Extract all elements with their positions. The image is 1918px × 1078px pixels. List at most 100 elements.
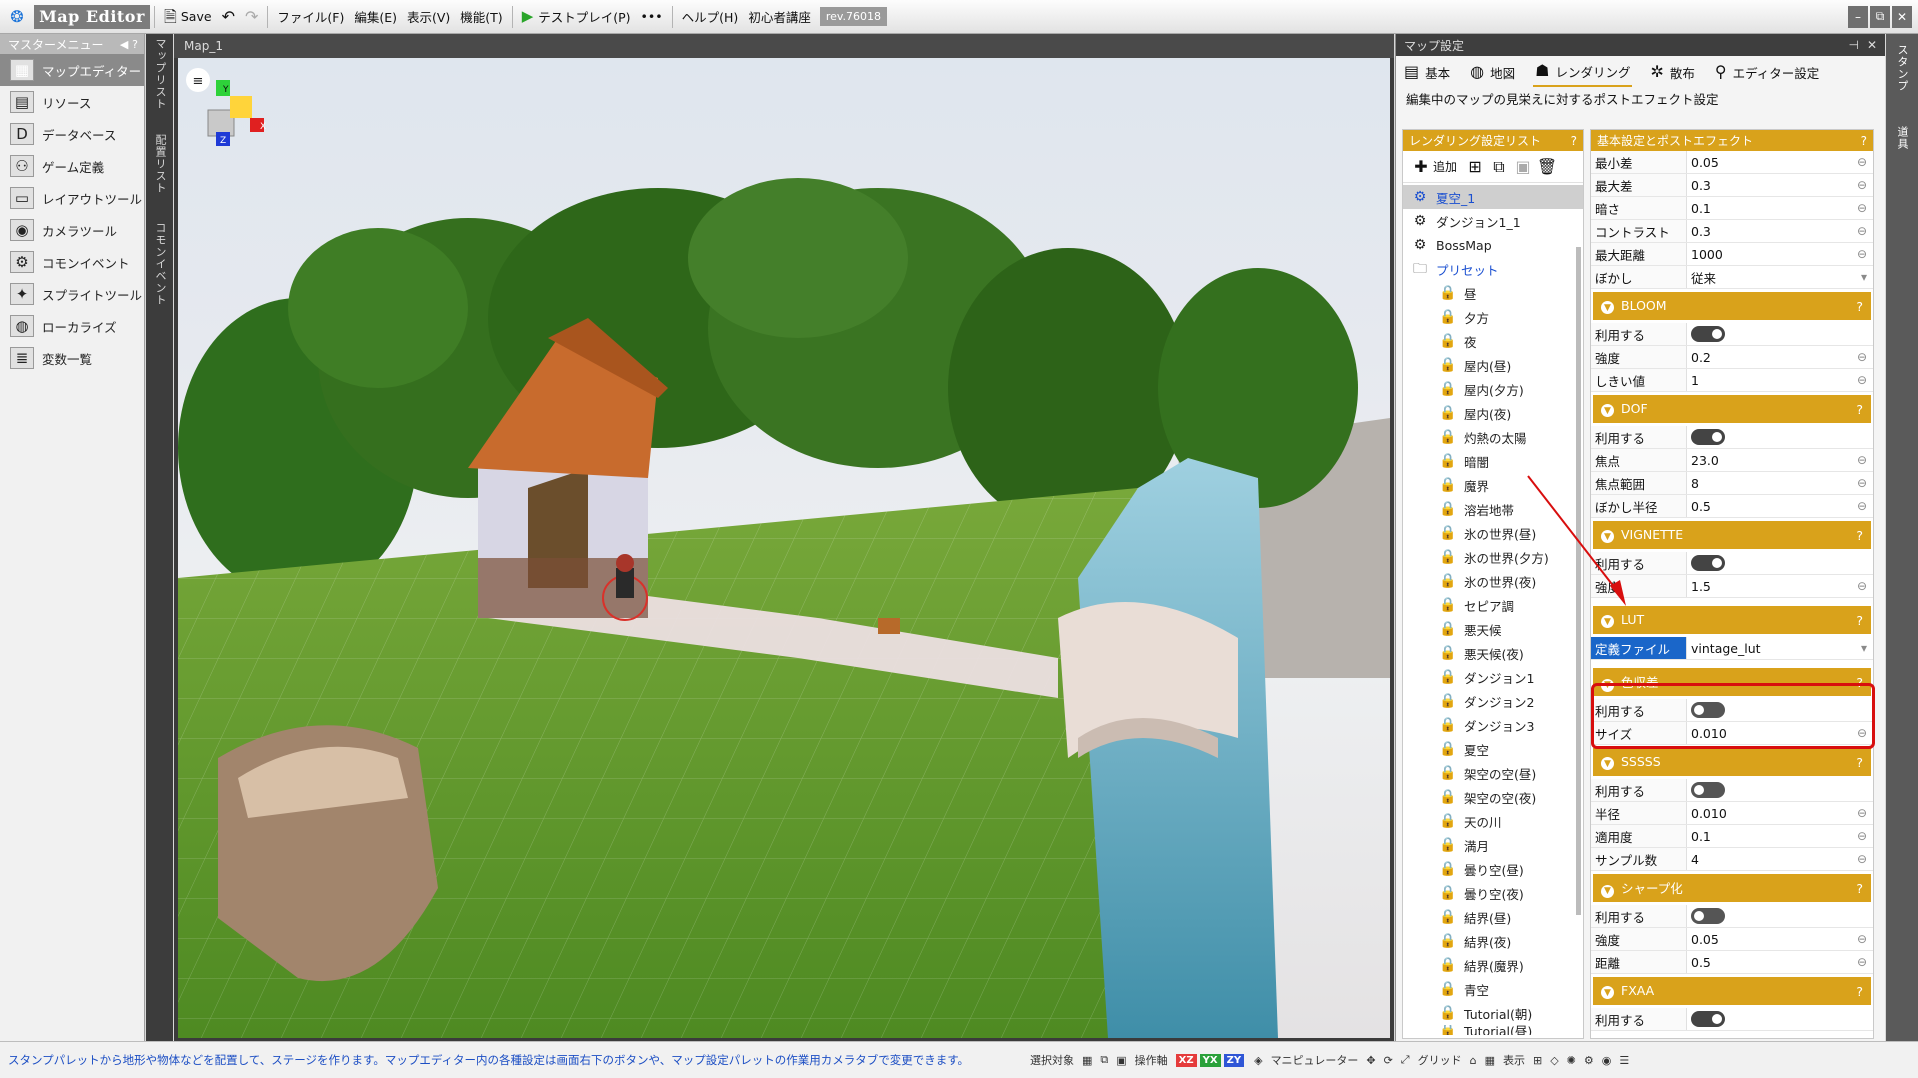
prop-value-field[interactable]: 1000 ⊖ xyxy=(1687,243,1873,265)
grid-icon[interactable]: ▦ xyxy=(1485,1054,1495,1067)
pin-icon[interactable]: ⊣ xyxy=(1848,39,1858,51)
sssss-toggle[interactable] xyxy=(1691,782,1725,798)
list-item[interactable]: 🔒 青空 xyxy=(1403,977,1583,1001)
tab-basic[interactable]: ▤ 基本 xyxy=(1402,59,1452,86)
reset-icon[interactable]: ⊖ xyxy=(1857,248,1867,260)
select-tile-icon[interactable]: ▦ xyxy=(1082,1054,1092,1067)
lut-file-select[interactable]: vintage_lut ▾ xyxy=(1687,637,1873,659)
axis-zy-button[interactable]: ZY xyxy=(1223,1053,1245,1067)
menu-item-common-event[interactable]: ⚙ コモンイベント xyxy=(0,246,144,278)
scale-icon[interactable]: ⤢ xyxy=(1401,1053,1410,1067)
menu-item-game-definition[interactable]: ⚇ ゲーム定義 xyxy=(0,150,144,182)
list-item[interactable]: 🔒 夏空 xyxy=(1403,737,1583,761)
menu-item-map-editor[interactable]: ▦ マップエディター xyxy=(0,54,144,86)
display-camera-icon[interactable]: ◉ xyxy=(1602,1054,1612,1067)
menu-item-camera-tool[interactable]: ◉ カメラツール xyxy=(0,214,144,246)
prop-value-field[interactable]: 8 ⊖ xyxy=(1687,472,1873,494)
menu-view[interactable]: 表示(V) xyxy=(402,4,455,30)
tab-tools[interactable]: 道具 xyxy=(1894,126,1910,150)
testplay-button[interactable]: ▶ テストプレイ(P) xyxy=(517,4,636,30)
close-window-button[interactable]: ✕ xyxy=(1892,5,1912,28)
help-icon[interactable]: ? xyxy=(1856,402,1863,417)
display-layer-icon[interactable]: ☰ xyxy=(1619,1054,1629,1067)
axis-xz-button[interactable]: XZ xyxy=(1175,1053,1197,1067)
list-item[interactable]: 🔒 天の川 xyxy=(1403,809,1583,833)
menu-help[interactable]: ヘルプ(H) xyxy=(677,4,744,30)
list-item[interactable]: 🔒 Tutorial(昼) xyxy=(1403,1025,1583,1035)
beginner-course-link[interactable]: 初心者講座 xyxy=(743,4,816,30)
help-icon[interactable]: ? xyxy=(1856,755,1863,770)
reset-icon[interactable]: ⊖ xyxy=(1857,853,1867,865)
bloom-toggle[interactable] xyxy=(1691,326,1725,342)
help-icon[interactable]: ? xyxy=(1571,134,1577,148)
list-item[interactable]: 🔒 悪天候(夜) xyxy=(1403,641,1583,665)
blur-select[interactable]: 従来 ▾ xyxy=(1687,266,1873,288)
prop-value-field[interactable]: 0.05 ⊖ xyxy=(1687,928,1873,950)
list-item[interactable]: 🔒 暗闇 xyxy=(1403,449,1583,473)
list-item[interactable]: 🔒 夕方 xyxy=(1403,305,1583,329)
orientation-gizmo[interactable]: Y X Z xyxy=(207,80,266,146)
help-icon[interactable]: ? xyxy=(1856,299,1863,314)
help-icon[interactable]: ? xyxy=(1856,984,1863,999)
list-item[interactable]: 🔒 屋内(昼) xyxy=(1403,353,1583,377)
more-button[interactable]: ••• xyxy=(636,4,668,30)
viewport-menu-button[interactable]: ≡ xyxy=(186,68,210,92)
reset-icon[interactable]: ⊖ xyxy=(1857,374,1867,386)
menu-edit[interactable]: 編集(E) xyxy=(349,4,402,30)
tab-editor-settings[interactable]: ⚲ エディター設定 xyxy=(1713,59,1821,86)
prop-value-field[interactable]: 0.5 ⊖ xyxy=(1687,951,1873,973)
menu-item-layout-tool[interactable]: ▭ レイアウトツール xyxy=(0,182,144,214)
section-fxaa[interactable]: ▼ FXAA? xyxy=(1593,977,1871,1005)
prop-value-field[interactable]: 1.5 ⊖ xyxy=(1687,575,1873,597)
grid-toggle-icon[interactable]: ⌂ xyxy=(1470,1054,1477,1067)
close-icon[interactable]: ✕ xyxy=(1867,39,1877,51)
help-icon[interactable]: ? xyxy=(1856,613,1863,628)
display-grid-icon[interactable]: ⊞ xyxy=(1533,1054,1542,1067)
reset-icon[interactable]: ⊖ xyxy=(1857,500,1867,512)
list-item[interactable]: 🔒 ダンジョン1 xyxy=(1403,665,1583,689)
list-item[interactable]: 🔒 架空の空(昼) xyxy=(1403,761,1583,785)
menu-item-resource[interactable]: ▤ リソース xyxy=(0,86,144,118)
display-settings-icon[interactable]: ⚙ xyxy=(1584,1054,1594,1067)
prop-value-field[interactable]: 0.2 ⊖ xyxy=(1687,346,1873,368)
prop-value-field[interactable]: 0.010 ⊖ xyxy=(1687,802,1873,824)
list-item[interactable]: 🔒 悪天候 xyxy=(1403,617,1583,641)
add-label[interactable]: 追加 xyxy=(1433,158,1457,175)
list-item[interactable]: 🔒 結界(魔界) xyxy=(1403,953,1583,977)
reset-icon[interactable]: ⊖ xyxy=(1857,454,1867,466)
menu-item-database[interactable]: D データベース xyxy=(0,118,144,150)
reset-icon[interactable]: ⊖ xyxy=(1857,830,1867,842)
copy-icon[interactable]: ⧉ xyxy=(1487,155,1511,179)
menu-function[interactable]: 機能(T) xyxy=(455,4,507,30)
prop-value-field[interactable]: 23.0 ⊖ xyxy=(1687,449,1873,471)
section-sssss[interactable]: ▼ SSSSS? xyxy=(1593,748,1871,776)
fxaa-toggle[interactable] xyxy=(1691,1011,1725,1027)
rotate-icon[interactable]: ⟳ xyxy=(1384,1054,1393,1067)
list-item[interactable]: 🔒 Tutorial(朝) xyxy=(1403,1001,1583,1025)
prop-value-field[interactable]: 0.3 ⊖ xyxy=(1687,220,1873,242)
save-button[interactable]: 🗎 Save xyxy=(159,4,217,30)
list-item[interactable]: 🔒 夜 xyxy=(1403,329,1583,353)
list-item[interactable]: 🔒 結界(夜) xyxy=(1403,929,1583,953)
help-icon[interactable]: ? xyxy=(1856,881,1863,896)
section-sharpen[interactable]: ▼ シャープ化? xyxy=(1593,874,1871,902)
menu-item-sprite-tool[interactable]: ✦ スプライトツール xyxy=(0,278,144,310)
display-light-icon[interactable]: ✺ xyxy=(1567,1054,1576,1067)
list-item[interactable]: 🔒 屋内(夜) xyxy=(1403,401,1583,425)
list-item[interactable]: 🔒 満月 xyxy=(1403,833,1583,857)
add-icon[interactable]: ✚ xyxy=(1409,155,1433,179)
select-object-icon[interactable]: ⧉ xyxy=(1100,1053,1108,1067)
manipulator-icon[interactable]: ◈ xyxy=(1254,1054,1262,1067)
prop-value-field[interactable]: 4 ⊖ xyxy=(1687,848,1873,870)
preset-folder[interactable]: 🗀 プリセット xyxy=(1403,257,1583,281)
list-item[interactable]: 🔒 灼熱の太陽 xyxy=(1403,425,1583,449)
move-icon[interactable]: ✥ xyxy=(1366,1054,1375,1067)
prop-value-field[interactable]: 1 ⊖ xyxy=(1687,369,1873,391)
menu-item-localize[interactable]: ◍ ローカライズ xyxy=(0,310,144,342)
tab-scatter[interactable]: ✲ 散布 xyxy=(1648,59,1696,86)
list-item[interactable]: 🔒 曇り空(昼) xyxy=(1403,857,1583,881)
list-item[interactable]: 🔒 昼 xyxy=(1403,281,1583,305)
list-item[interactable]: 🔒 結界(昼) xyxy=(1403,905,1583,929)
new-icon[interactable]: ⊞ xyxy=(1463,155,1487,179)
list-item[interactable]: ⚙ 夏空_1 xyxy=(1403,185,1583,209)
